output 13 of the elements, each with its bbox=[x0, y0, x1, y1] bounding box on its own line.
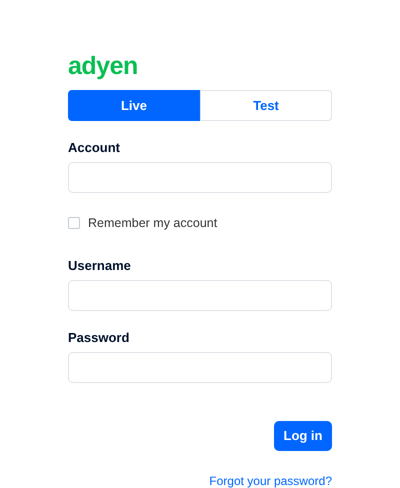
login-button[interactable]: Log in bbox=[274, 420, 332, 451]
tab[interactable]: Live bbox=[68, 90, 200, 121]
input-field[interactable] bbox=[68, 162, 332, 193]
tab[interactable]: Test bbox=[200, 90, 332, 121]
field-label: Username bbox=[68, 258, 131, 274]
field-label: Account bbox=[68, 140, 120, 156]
field-label: Password bbox=[68, 330, 130, 346]
logo: adyen bbox=[68, 52, 138, 80]
checkbox[interactable] bbox=[68, 217, 80, 230]
input-field[interactable] bbox=[68, 280, 332, 311]
input-field[interactable] bbox=[68, 352, 332, 383]
forgot-password-link[interactable]: Forgot your password? bbox=[209, 472, 332, 488]
checkbox-label: Remember my account bbox=[88, 215, 218, 232]
